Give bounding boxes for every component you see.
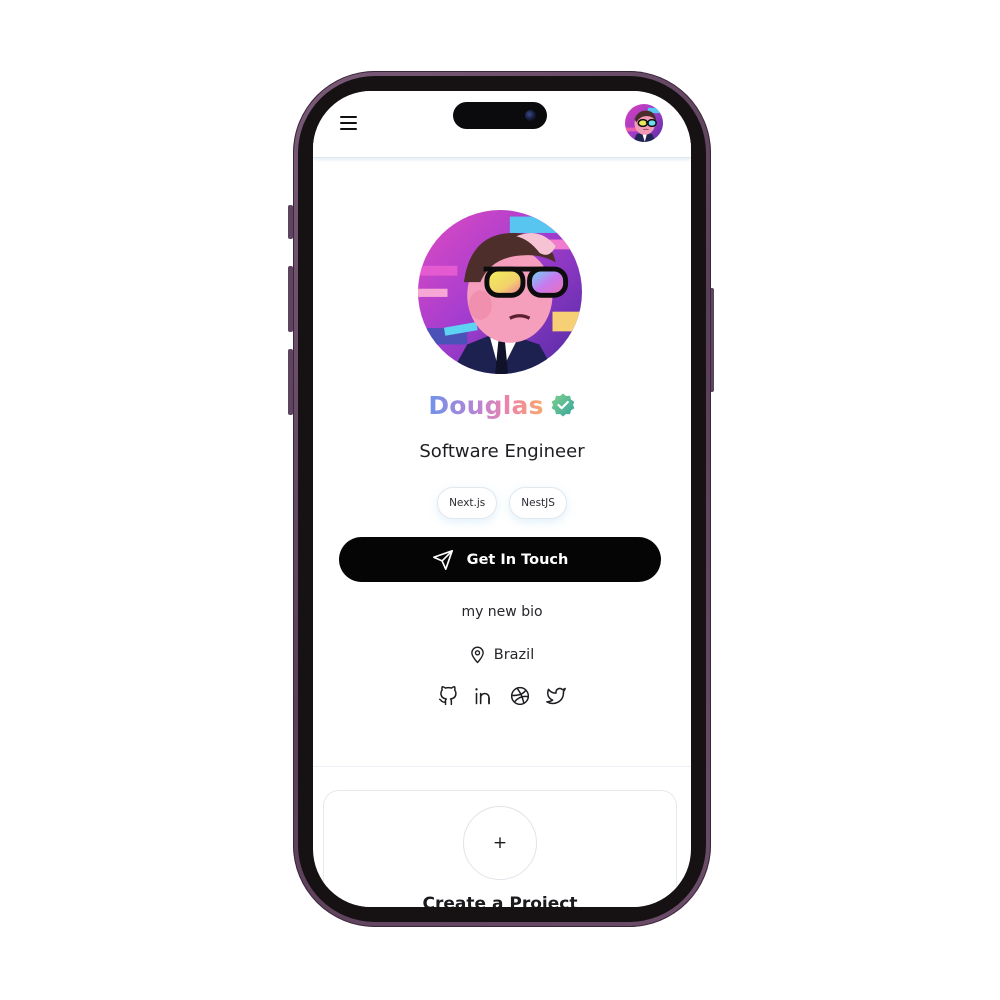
dribbble-link[interactable]	[510, 685, 531, 706]
get-in-touch-label: Get In Touch	[466, 551, 569, 568]
plus-icon: +	[492, 833, 508, 853]
send-icon	[432, 549, 453, 570]
user-avatar-button[interactable]	[625, 104, 663, 142]
verified-badge-icon	[550, 392, 576, 418]
skill-tag: Next.js	[437, 487, 498, 519]
social-links	[313, 685, 691, 706]
map-pin-icon	[470, 646, 484, 664]
profile-bio: my new bio	[461, 604, 543, 620]
dribbble-icon	[510, 686, 530, 705]
hamburger-icon	[340, 116, 357, 130]
phone-screen: Douglas Software Engineer Next.js NestJS	[313, 91, 691, 907]
dynamic-island	[453, 102, 547, 129]
name-row: Douglas	[313, 387, 691, 423]
create-project-card[interactable]: + Create a Project	[323, 790, 677, 907]
linkedin-icon	[475, 687, 490, 704]
linkedin-link[interactable]	[474, 685, 495, 706]
create-project-title: Create a Project	[422, 894, 578, 907]
avatar-illustration	[418, 210, 582, 374]
add-project-button[interactable]: +	[463, 806, 537, 880]
profile-title: Software Engineer	[419, 441, 585, 462]
camera-lens	[525, 110, 536, 121]
profile-avatar	[418, 210, 582, 374]
get-in-touch-button[interactable]: Get In Touch	[339, 537, 661, 582]
location-text: Brazil	[493, 647, 535, 663]
menu-button[interactable]	[339, 113, 359, 133]
skill-tag: NestJS	[509, 487, 567, 519]
github-link[interactable]	[438, 685, 459, 706]
profile-name: Douglas	[428, 390, 544, 420]
twitter-link[interactable]	[546, 685, 567, 706]
github-icon	[438, 685, 457, 705]
skill-tags: Next.js NestJS	[313, 487, 691, 519]
section-divider	[313, 766, 691, 767]
twitter-icon	[546, 687, 566, 704]
avatar	[625, 104, 663, 142]
location-row: Brazil	[313, 646, 691, 664]
